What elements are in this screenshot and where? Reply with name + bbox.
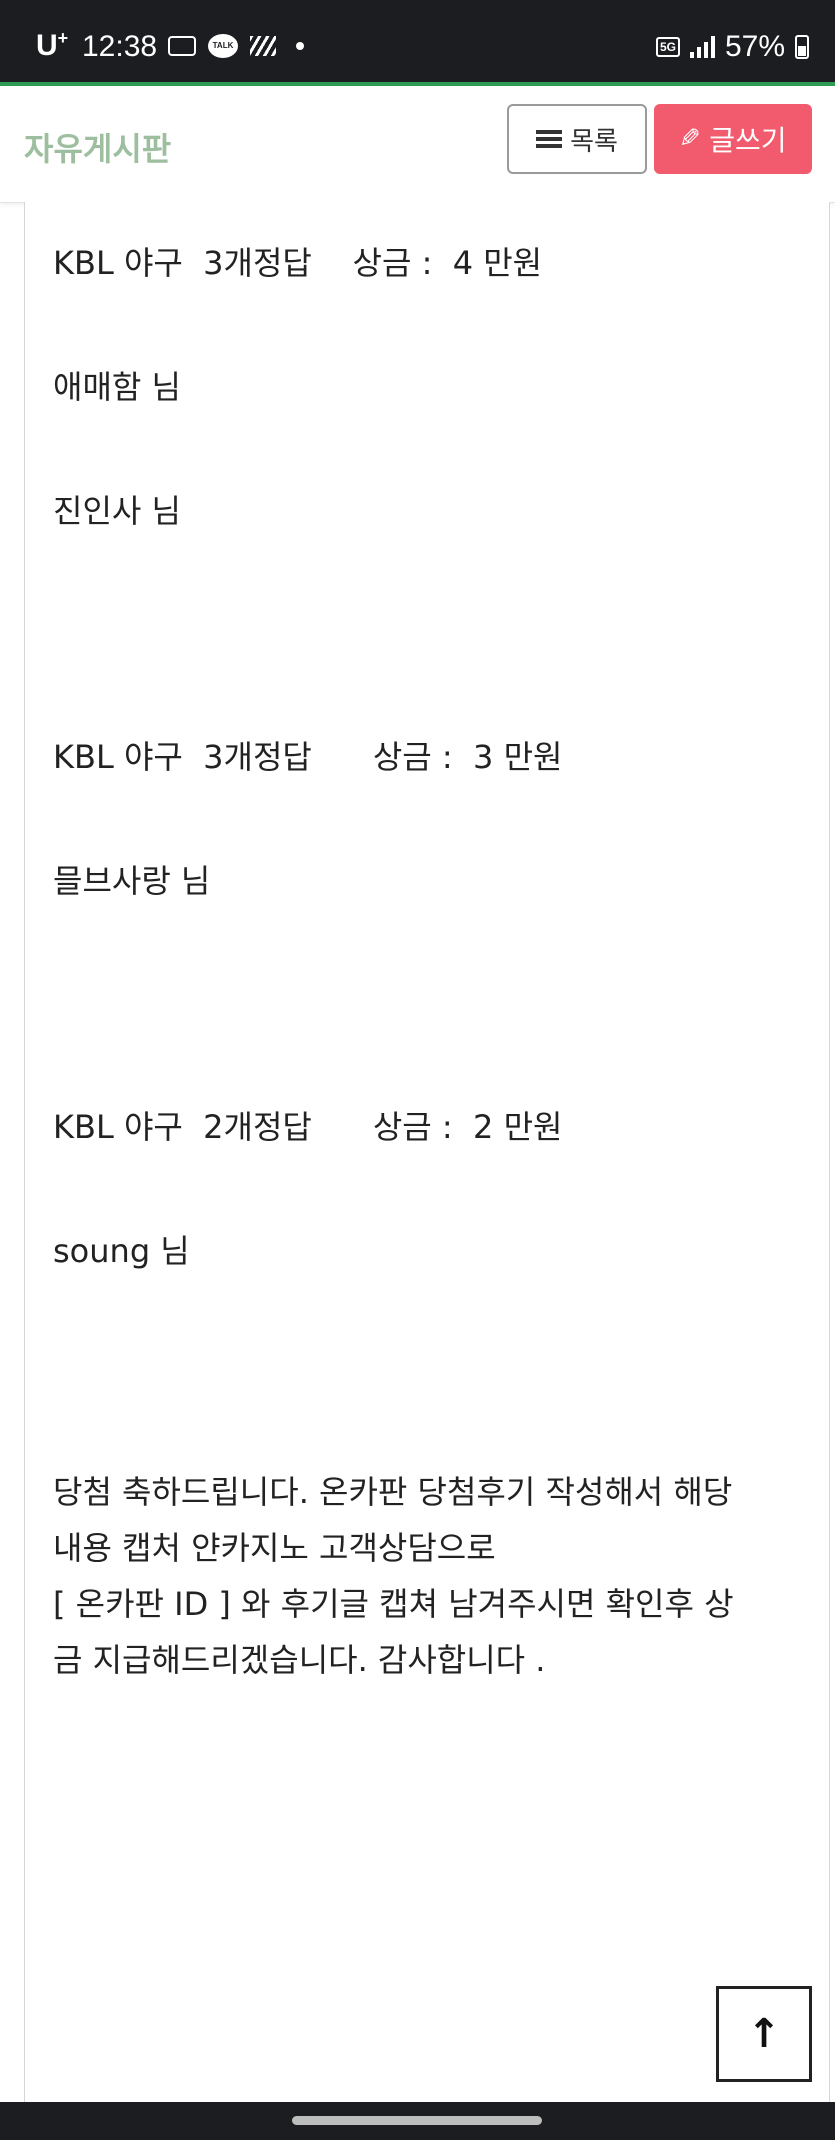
prize-line: KBL 야구 3개정답 상금 : 4 만원 [53,244,543,282]
notification-icons: TALK [168,34,304,58]
prize-line: KBL 야구 2개정답 상금 : 2 만원 [53,1108,563,1146]
battery-percent: 57% [724,30,785,63]
closing-line: 당첨 축하드립니다. 온카판 당첨후기 작성해서 해당 [53,1473,733,1511]
closing-message: 당첨 축하드립니다. 온카판 당첨후기 작성해서 해당 내용 캡처 얀카지노 고… [53,1464,813,1688]
stripes-icon [250,36,276,56]
more-notifications-dot-icon [296,42,304,50]
network-5g-icon: 5G [655,37,680,57]
winner-name: 진인사 님 [53,492,181,530]
battery-icon [795,35,809,59]
board-title[interactable]: 자유게시판 [24,124,171,170]
kakaotalk-icon: TALK [208,34,238,58]
list-button[interactable]: 목록 [507,104,647,174]
scroll-to-top-button[interactable]: ↑ [716,1986,812,2082]
clock: 12:38 [82,30,158,63]
system-icons: 5G 57% [655,30,809,64]
winner-name: 애매함 님 [53,368,181,406]
board-header: 자유게시판 목록 ✎ 글쓰기 [0,86,835,203]
status-bar: U+ 12:38 TALK 5G 57% [0,0,835,82]
system-nav-bar [0,2102,835,2140]
arrow-up-icon: ↑ [747,2011,781,2057]
list-button-label: 목록 [570,126,618,157]
winner-name: soung 님 [53,1232,190,1270]
list-icon [536,130,563,148]
prize-line: KBL 야구 3개정답 상금 : 3 만원 [53,738,563,776]
write-button[interactable]: ✎ 글쓰기 [654,104,812,174]
winner-name: 믈브사랑 님 [53,862,211,900]
signal-icon [689,36,715,58]
pencil-icon: ✎ [679,124,702,154]
carrier-label: U+ [36,28,69,62]
closing-line: [ 온카판 ID ] 와 후기글 캡쳐 남겨주시면 확인후 상 [53,1585,734,1623]
post-content: KBL 야구 3개정답 상금 : 4 만원 애매함 님 진인사 님 KBL 야구… [24,202,830,2102]
closing-line: 금 지급해드리겠습니다. 감사합니다 . [53,1641,546,1679]
notification-app-icon [168,36,196,56]
home-handle[interactable] [292,2116,542,2125]
write-button-label: 글쓰기 [709,124,787,157]
closing-line: 내용 캡처 얀카지노 고객상담으로 [53,1529,496,1567]
